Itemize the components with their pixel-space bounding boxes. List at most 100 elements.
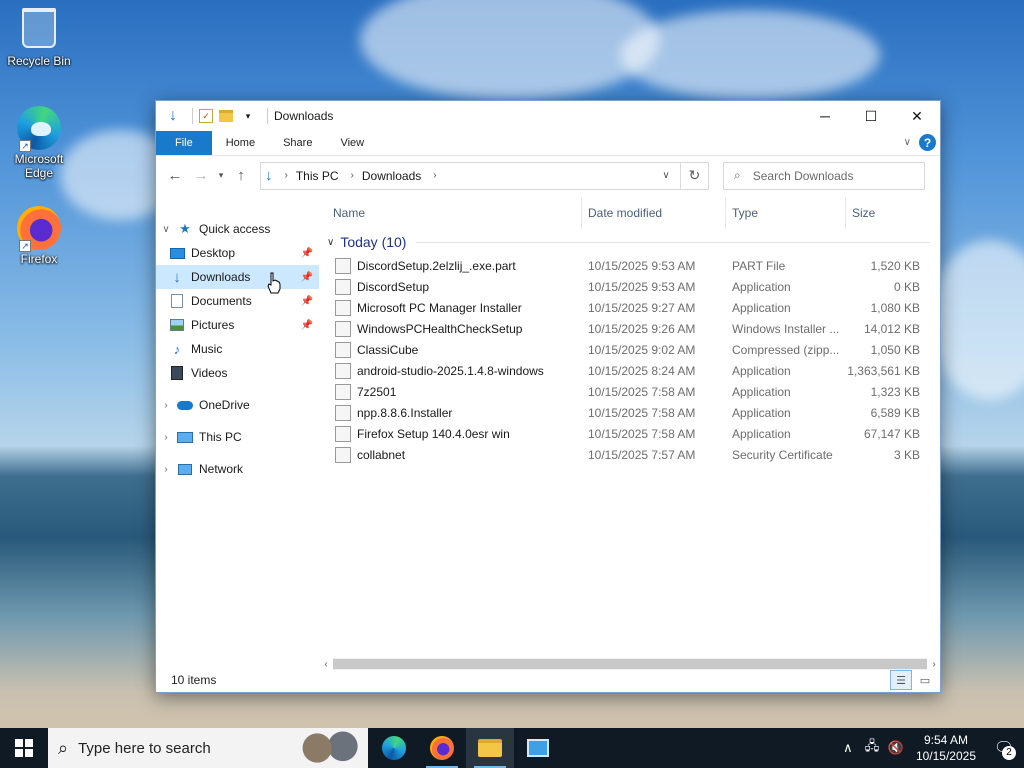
search-box[interactable]: ⌕ — [723, 161, 925, 190]
address-bar[interactable]: ↓ › This PC › Downloads › ∨ — [260, 161, 681, 190]
tree-downloads[interactable]: ↓ Downloads 📌 — [156, 265, 319, 289]
notification-center-button[interactable]: 🗨 2 — [984, 728, 1024, 768]
downloads-arrow-icon: ↓ — [265, 167, 273, 184]
file-row[interactable]: collabnet 10/15/2025 7:57 AM Security Cert… — [319, 444, 942, 465]
wallpaper-cloud — [620, 10, 880, 100]
tree-pictures[interactable]: Pictures 📌 — [156, 313, 319, 337]
breadcrumb-this-pc[interactable]: This PC — [296, 169, 339, 183]
address-dropdown-icon[interactable]: ∨ — [652, 163, 680, 189]
file-row[interactable]: Microsoft PC Manager Installer 10/15/2025… — [319, 297, 942, 318]
file-type: Compressed (zipp... — [732, 342, 840, 357]
chevron-right-icon[interactable]: › — [285, 170, 288, 181]
tab-home[interactable]: Home — [212, 131, 269, 155]
file-row[interactable]: ClassiCube 10/15/2025 9:02 AM Compressed (… — [319, 339, 942, 360]
group-label: Today (10) — [340, 234, 407, 250]
desktop-icon-label: Microsoft Edge — [14, 152, 64, 180]
new-folder-icon[interactable] — [217, 107, 235, 125]
pin-icon[interactable]: 📌 — [301, 296, 313, 307]
file-date: 10/15/2025 9:53 AM — [588, 258, 696, 273]
refresh-button[interactable]: ↻ — [681, 161, 709, 190]
desktop-icon-label: Firefox — [20, 252, 58, 266]
file-row[interactable]: npp.8.8.6.Installer 10/15/2025 7:58 AM App… — [319, 402, 942, 423]
customize-qat-icon[interactable]: ▾ — [239, 107, 257, 125]
recent-locations-button[interactable]: ▾ — [214, 163, 228, 189]
tree-videos[interactable]: Videos — [156, 361, 319, 385]
firefox-icon: ↗ — [17, 206, 61, 252]
pin-icon[interactable]: 📌 — [301, 320, 313, 331]
tab-share[interactable]: Share — [269, 131, 326, 155]
collapse-group-icon[interactable]: ∨ — [327, 237, 334, 248]
file-row[interactable]: WindowsPCHealthCheckSetup 10/15/2025 9:26… — [319, 318, 942, 339]
start-button[interactable] — [0, 728, 48, 768]
file-row[interactable]: DiscordSetup 10/15/2025 9:53 AM Applicatio… — [319, 276, 942, 297]
file-name-cell: ClassiCube — [319, 341, 582, 358]
tab-file[interactable]: File — [156, 131, 212, 155]
up-button[interactable]: ↑ — [228, 163, 254, 189]
window-title: Downloads — [274, 109, 334, 123]
expand-icon[interactable]: › — [156, 432, 176, 443]
collapse-icon[interactable]: ∨ — [156, 224, 176, 235]
taskbar-file-explorer[interactable] — [466, 728, 514, 768]
network-icon[interactable]: 🖧 — [860, 737, 884, 759]
tree-label: OneDrive — [199, 398, 250, 412]
taskbar-firefox[interactable] — [418, 728, 466, 768]
downloads-folder-icon: ↓ — [173, 268, 181, 286]
desktop-icon-firefox[interactable]: ↗ Firefox — [1, 206, 77, 266]
clock[interactable]: 9:54 AM 10/15/2025 — [908, 732, 984, 764]
tab-view[interactable]: View — [326, 131, 378, 155]
help-icon[interactable]: ? — [919, 134, 936, 151]
windows-logo-icon — [15, 739, 33, 757]
tree-documents[interactable]: Documents 📌 — [156, 289, 319, 313]
tree-music[interactable]: ♪ Music — [156, 337, 319, 361]
file-name: npp.8.8.6.Installer — [357, 405, 453, 420]
tree-onedrive[interactable]: › OneDrive — [156, 393, 319, 417]
file-list: DiscordSetup.2elzlij_.exe.part 10/15/2025… — [319, 255, 942, 465]
file-name: Firefox Setup 140.4.0esr win — [357, 426, 510, 441]
file-row[interactable]: DiscordSetup.2elzlij_.exe.part 10/15/2025… — [319, 255, 942, 276]
chevron-right-icon[interactable]: › — [433, 170, 436, 181]
minimize-button[interactable]: ─ — [802, 101, 848, 131]
column-header-type[interactable]: Type — [726, 197, 846, 229]
tree-this-pc[interactable]: › This PC — [156, 425, 319, 449]
divider — [267, 108, 268, 124]
details-view-button[interactable]: ☰ — [890, 670, 912, 690]
show-hidden-icons-icon[interactable]: ∧ — [836, 740, 860, 756]
taskbar-edge[interactable] — [370, 728, 418, 768]
expand-icon[interactable]: › — [156, 464, 176, 475]
pin-icon[interactable]: 📌 — [301, 248, 313, 259]
part-file-icon — [335, 257, 351, 274]
tree-quick-access[interactable]: ∨ ★ Quick access — [156, 217, 319, 241]
expand-ribbon-icon[interactable]: ∨ — [904, 137, 911, 148]
file-size: 14,012 KB — [863, 321, 920, 336]
tree-network[interactable]: › Network — [156, 457, 319, 481]
file-name-cell: WindowsPCHealthCheckSetup — [319, 320, 582, 337]
column-header-date-modified[interactable]: Date modified — [582, 197, 726, 229]
back-button[interactable]: ← — [162, 163, 188, 189]
volume-muted-icon[interactable]: 🔇 — [884, 740, 908, 756]
title-bar[interactable]: ↓ ✓ ▾ Downloads ─ ☐ ✕ — [156, 101, 940, 131]
maximize-button[interactable]: ☐ — [848, 101, 894, 131]
tree-desktop[interactable]: Desktop 📌 — [156, 241, 319, 265]
group-header-today[interactable]: ∨ Today (10) — [319, 229, 942, 255]
taskbar-search-box[interactable]: ⌕ Type here to search — [48, 728, 368, 768]
file-row[interactable]: 7z2501 10/15/2025 7:58 AM Application 1,323… — [319, 381, 942, 402]
forward-button[interactable]: → — [188, 163, 214, 189]
desktop-icon-recycle-bin[interactable]: Recycle Bin — [1, 8, 77, 68]
desktop-icon-edge[interactable]: ↗ Microsoft Edge — [1, 106, 77, 180]
taskbar-control-panel[interactable] — [514, 728, 562, 768]
tree-label: Network — [199, 462, 244, 476]
file-row[interactable]: android-studio-2025.1.4.8-windows 10/15/2… — [319, 360, 942, 381]
close-button[interactable]: ✕ — [894, 101, 940, 131]
chevron-right-icon[interactable]: › — [351, 170, 354, 181]
column-header-size[interactable]: Size — [846, 197, 926, 229]
search-input[interactable] — [752, 168, 903, 183]
pin-icon[interactable]: 📌 — [301, 272, 313, 283]
expand-icon[interactable]: › — [156, 400, 176, 411]
large-icons-view-button[interactable]: ▭ — [914, 670, 936, 690]
properties-icon[interactable]: ✓ — [199, 109, 213, 123]
file-date: 10/15/2025 7:58 AM — [588, 426, 696, 441]
file-row[interactable]: Firefox Setup 140.4.0esr win 10/15/2025 7… — [319, 423, 942, 444]
breadcrumb-downloads[interactable]: Downloads — [362, 169, 421, 183]
search-highlight-icon[interactable] — [298, 731, 362, 765]
column-header-name[interactable]: Name — [319, 197, 582, 229]
